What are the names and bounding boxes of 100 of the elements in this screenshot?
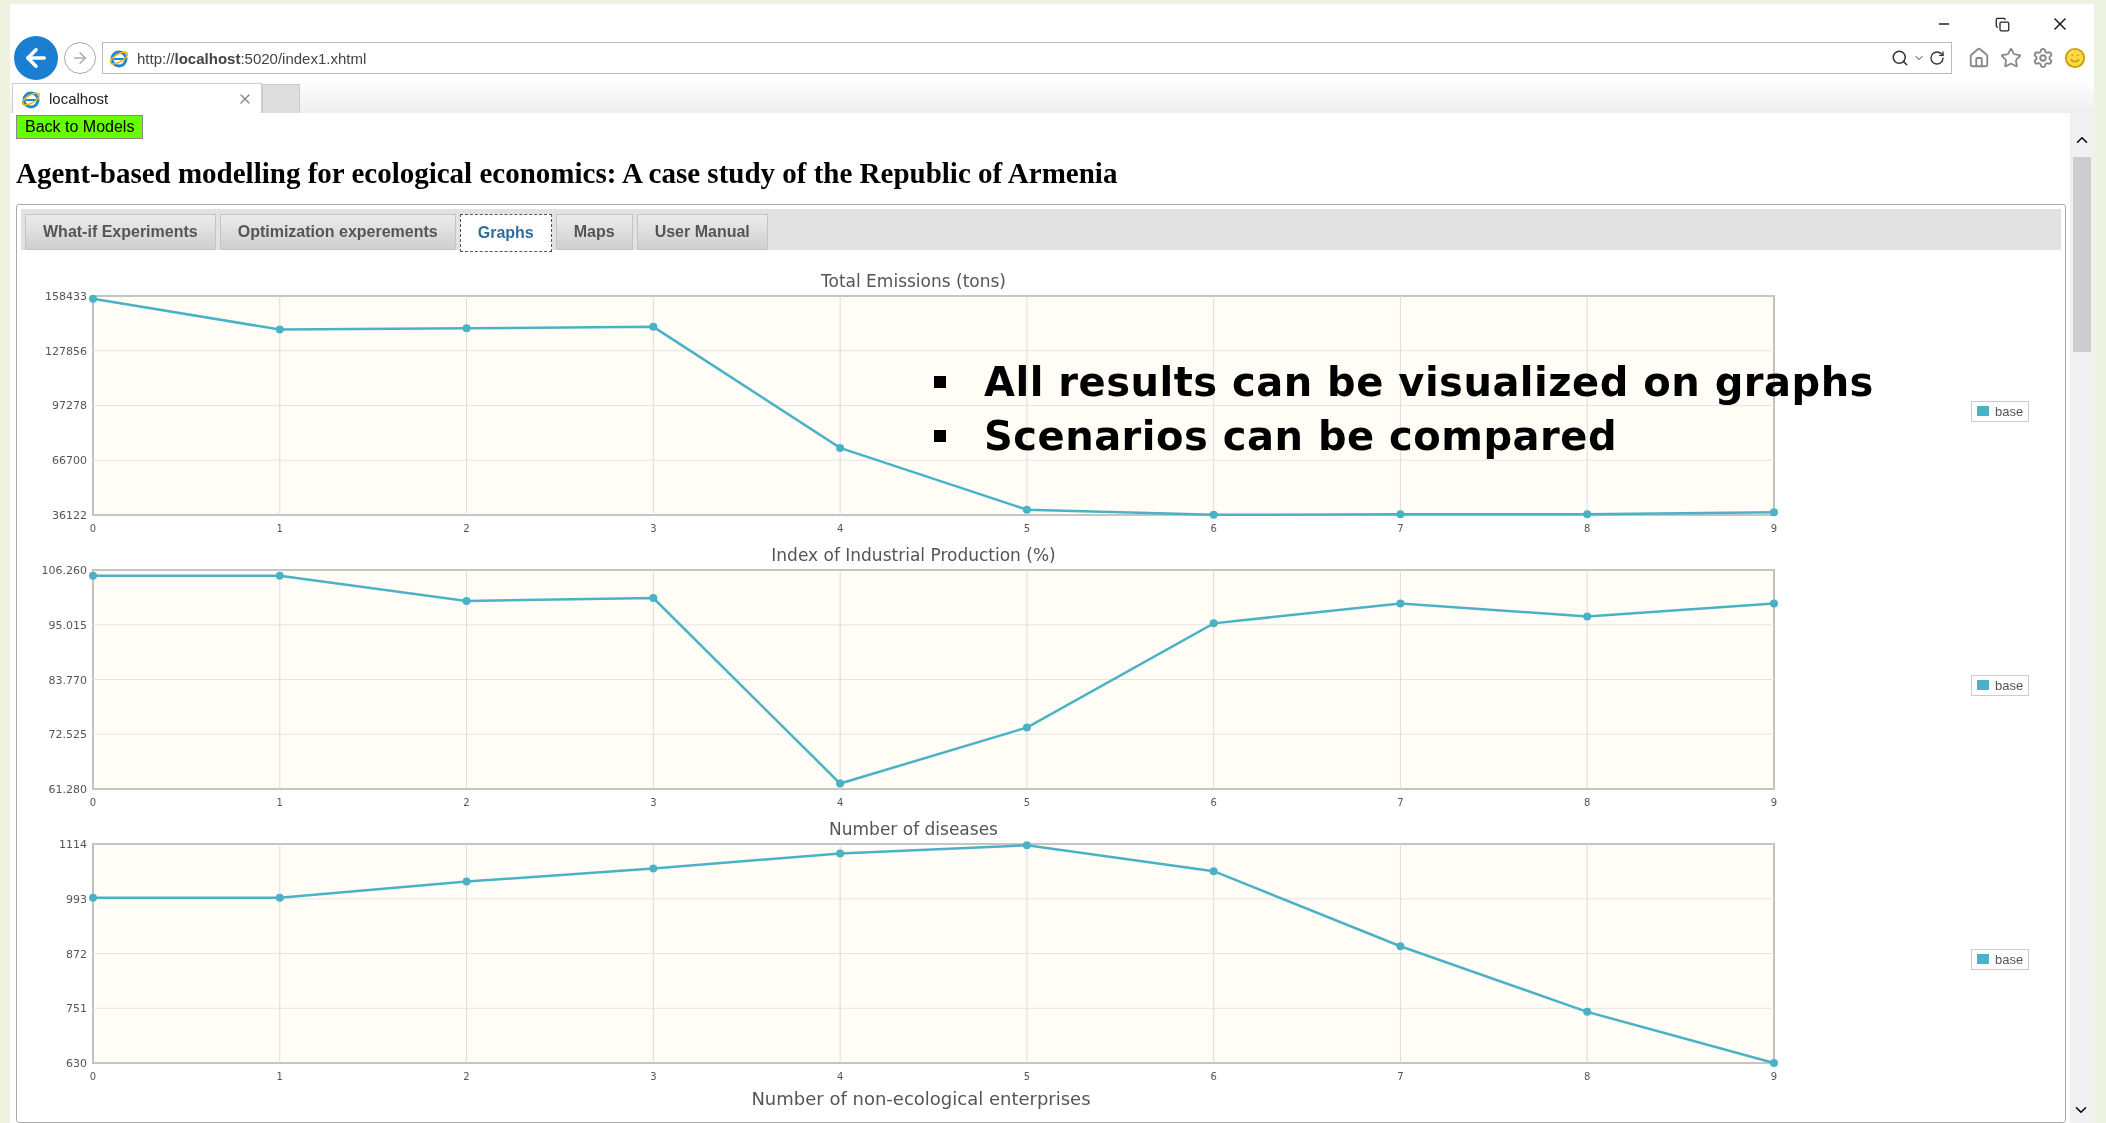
- y-tick-label: 630: [66, 1057, 87, 1070]
- x-tick-label: 0: [89, 1071, 97, 1082]
- y-tick-label: 36122: [52, 509, 87, 522]
- point: [836, 443, 845, 452]
- point: [1209, 619, 1218, 628]
- x-tick-label: 6: [1210, 1071, 1217, 1082]
- point: [1583, 1007, 1592, 1016]
- bullet-icon: [934, 376, 946, 388]
- page-heading: Agent-based modelling for ecological economics: A case study of the Republic of Armenia: [16, 157, 1119, 190]
- point: [275, 893, 284, 902]
- smiley-icon[interactable]: [2064, 47, 2086, 69]
- x-tick-label: 6: [1210, 523, 1217, 534]
- chart-title: Number of diseases: [829, 819, 998, 839]
- x-tick-label: 7: [1397, 523, 1404, 534]
- page-tab[interactable]: Maps: [555, 214, 633, 250]
- tab-title: localhost: [49, 90, 110, 107]
- x-tick-label: 6: [1210, 797, 1217, 808]
- home-icon[interactable]: [1968, 47, 1990, 69]
- point: [462, 324, 471, 333]
- legend-label: base: [1995, 951, 2024, 967]
- point: [649, 594, 658, 603]
- point: [1022, 841, 1031, 850]
- y-tick-label: 106.260: [41, 564, 87, 577]
- point: [1022, 723, 1031, 732]
- url-text: http://localhost:5020/index1.xhtml: [137, 49, 368, 67]
- forward-button[interactable]: [64, 42, 96, 74]
- x-tick-label: 2: [463, 1071, 470, 1082]
- x-tick-label: 4: [836, 1071, 844, 1082]
- point: [275, 325, 284, 334]
- back-button[interactable]: [14, 36, 58, 80]
- x-tick-label: 7: [1397, 1071, 1404, 1082]
- browser-tab[interactable]: localhost: [12, 83, 262, 113]
- settings-icon[interactable]: [2032, 47, 2054, 69]
- x-tick-label: 1: [276, 523, 283, 534]
- y-tick-label: 72.525: [48, 728, 87, 742]
- x-tick-label: 4: [836, 797, 844, 808]
- x-tick-label: 3: [650, 1071, 657, 1082]
- x-tick-label: 8: [1584, 797, 1591, 808]
- point: [462, 877, 471, 886]
- x-tick-label: 2: [463, 523, 470, 534]
- point: [1396, 599, 1405, 608]
- page-tab[interactable]: Optimization experements: [219, 214, 456, 250]
- point: [649, 322, 658, 331]
- y-tick-label: 158433: [45, 290, 87, 303]
- x-tick-label: 0: [89, 797, 97, 808]
- x-tick-label: 0: [89, 523, 97, 534]
- y-tick-label: 95.015: [48, 618, 87, 632]
- restore-icon[interactable]: [1994, 16, 2010, 32]
- point: [1209, 510, 1218, 519]
- point: [1209, 867, 1218, 876]
- bullet-icon: [934, 430, 946, 442]
- x-tick-label: 2: [463, 797, 470, 808]
- page-tab[interactable]: What-if Experiments: [25, 214, 216, 250]
- x-tick-label: 9: [1770, 523, 1778, 534]
- x-tick-label: 9: [1770, 1071, 1778, 1082]
- address-bar[interactable]: http://localhost:5020/index1.xhtml: [102, 42, 1952, 74]
- search-icon[interactable]: [1891, 49, 1909, 67]
- x-tick-label: 8: [1584, 523, 1591, 534]
- y-tick-label: 83.770: [48, 673, 87, 687]
- refresh-icon[interactable]: [1929, 50, 1945, 66]
- back-to-models-button[interactable]: Back to Models: [16, 115, 144, 139]
- x-tick-label: 3: [650, 797, 657, 808]
- legend-label: base: [1995, 677, 2024, 693]
- y-tick-label: 751: [66, 1002, 87, 1016]
- x-tick-label: 3: [650, 523, 657, 534]
- browser-logo-icon: [109, 48, 129, 68]
- arrow-right-icon: [71, 49, 89, 67]
- point: [275, 571, 284, 580]
- x-tick-label: 5: [1023, 1071, 1031, 1082]
- point: [836, 779, 845, 788]
- y-tick-label: 127856: [45, 344, 87, 358]
- y-tick-label: 993: [66, 892, 87, 906]
- chart-title: Index of Industrial Production (%): [771, 545, 1056, 565]
- favorites-icon[interactable]: [2000, 47, 2022, 69]
- slide-bullet-text: All results can be visualized on graphs: [984, 359, 1874, 405]
- x-tick-label: 1: [276, 797, 283, 808]
- legend-swatch: [1977, 680, 1989, 690]
- page-tab[interactable]: Graphs: [459, 214, 552, 252]
- point: [89, 571, 97, 580]
- legend-label: base: [1995, 403, 2024, 419]
- point: [462, 596, 471, 605]
- x-tick-label: 9: [1770, 797, 1778, 808]
- point: [836, 849, 845, 858]
- page-tab[interactable]: User Manual: [636, 214, 768, 250]
- x-tick-label: 7: [1397, 797, 1404, 808]
- point: [1770, 508, 1778, 517]
- point: [1396, 510, 1405, 519]
- point: [1583, 510, 1592, 519]
- point: [1770, 599, 1778, 608]
- point: [89, 893, 97, 902]
- legend-swatch: [1977, 954, 1989, 964]
- x-tick-label: 8: [1584, 1071, 1591, 1082]
- scroll-thumb[interactable]: [2073, 157, 2091, 352]
- y-tick-label: 872: [66, 947, 87, 961]
- point: [1583, 612, 1592, 621]
- y-tick-label: 1114: [59, 838, 87, 851]
- scrollbar[interactable]: [2070, 113, 2094, 1123]
- x-tick-label: 5: [1023, 523, 1031, 534]
- chart-title: Total Emissions (tons): [821, 271, 1006, 291]
- chart-title: Number of non-ecological enterprises: [750, 1088, 1092, 1109]
